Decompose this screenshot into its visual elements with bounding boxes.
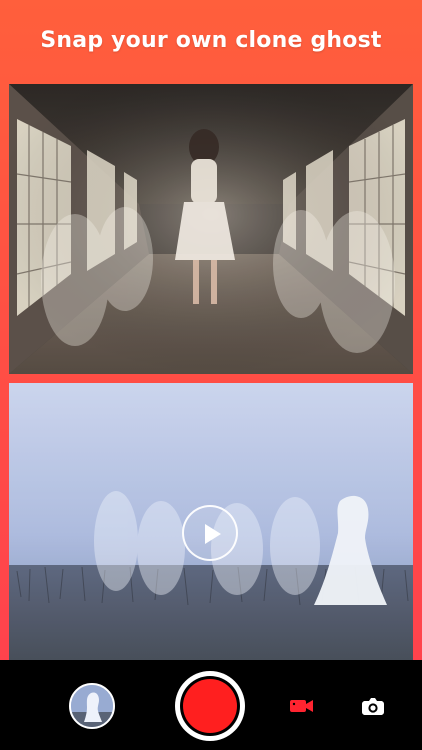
record-button-ring bbox=[180, 676, 240, 736]
camera-icon bbox=[362, 698, 384, 715]
ghost-thumbnail-icon bbox=[71, 685, 113, 727]
page-title: Snap your own clone ghost bbox=[40, 28, 382, 53]
play-icon bbox=[205, 524, 221, 544]
video-camera-icon bbox=[290, 700, 313, 712]
camera-controls-bar bbox=[0, 660, 422, 750]
play-button[interactable] bbox=[182, 505, 238, 561]
record-button-icon bbox=[183, 679, 237, 733]
photo-mode-button[interactable] bbox=[361, 696, 385, 716]
gallery-thumbnail-button[interactable] bbox=[69, 683, 115, 729]
record-button[interactable] bbox=[175, 671, 245, 741]
video-mode-button[interactable] bbox=[289, 697, 315, 715]
corridor-ghost-image bbox=[9, 84, 413, 374]
app-screen: Snap your own clone ghost bbox=[0, 0, 422, 750]
